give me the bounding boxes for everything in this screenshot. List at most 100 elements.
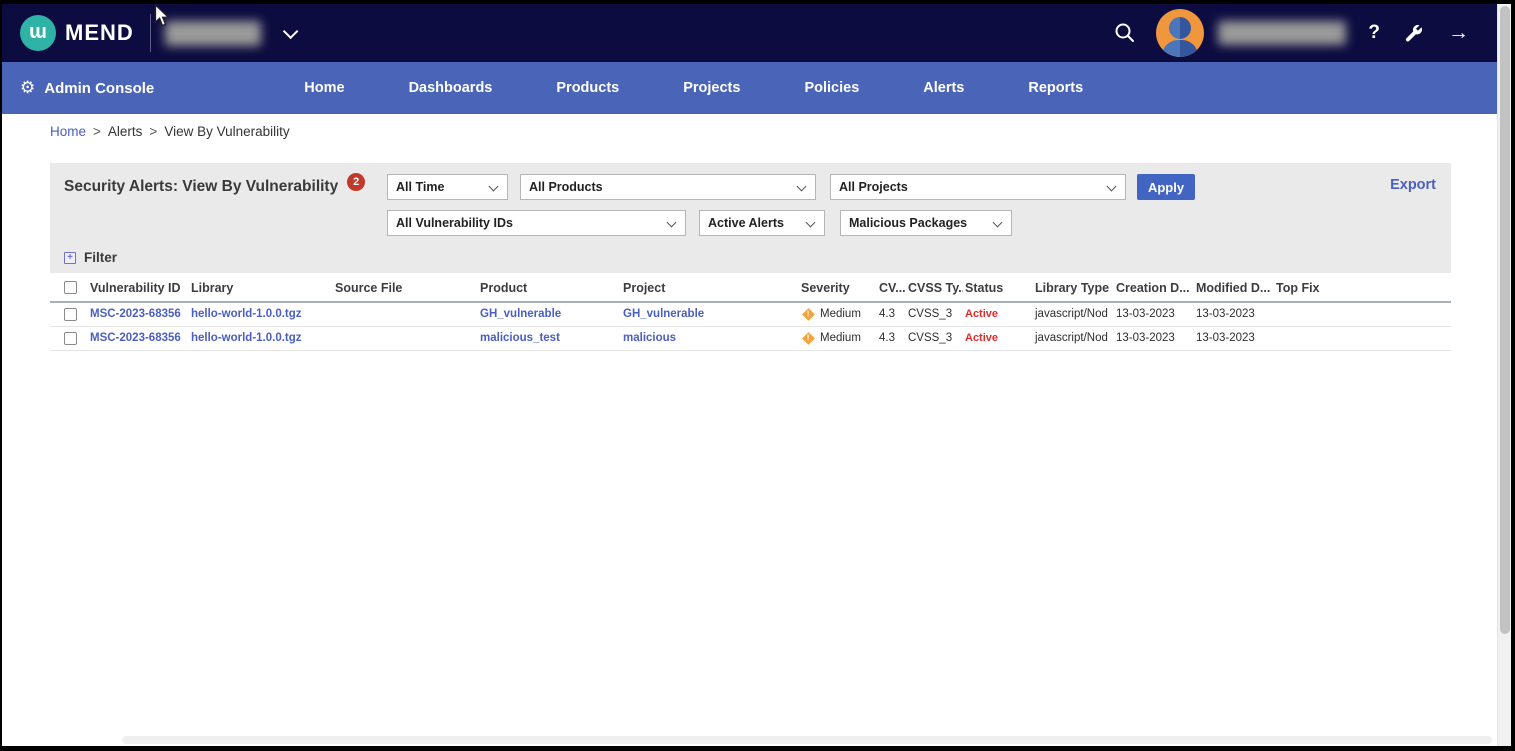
- col-top-fix[interactable]: Top Fix: [1274, 276, 1451, 302]
- nav-links: Home Dashboards Products Projects Polici…: [304, 80, 1083, 96]
- breadcrumb-current-page: View By Vulnerability: [164, 124, 289, 139]
- avatar[interactable]: [1156, 9, 1204, 57]
- alert-count-badge: 2: [347, 173, 365, 191]
- vulnerability-filter-select[interactable]: All Vulnerability IDs: [387, 210, 686, 236]
- nav-item-reports[interactable]: Reports: [1028, 80, 1083, 96]
- col-modified-date[interactable]: Modified D...: [1194, 276, 1274, 302]
- export-link[interactable]: Export: [1390, 177, 1436, 193]
- app-window: ɯ MEND ? → ⚙ Admin Console Home Dashboar…: [2, 4, 1511, 746]
- admin-console-label: Admin Console: [44, 80, 154, 97]
- time-filter-select[interactable]: All Time: [387, 174, 508, 200]
- modified-date-cell: 13-03-2023: [1194, 302, 1274, 326]
- breadcrumb-alerts: Alerts: [108, 124, 143, 139]
- cvss-score-cell: 4.3: [877, 326, 906, 350]
- org-name-blurred: [165, 21, 261, 46]
- nav-item-alerts[interactable]: Alerts: [923, 80, 964, 96]
- source-file-cell: [333, 302, 478, 326]
- col-severity[interactable]: Severity: [799, 276, 877, 302]
- status-badge: Active: [965, 308, 998, 320]
- row-checkbox[interactable]: [64, 308, 77, 321]
- product-filter-select[interactable]: All Products: [520, 174, 816, 200]
- breadcrumb: Home > Alerts > View By Vulnerability: [2, 114, 1511, 148]
- mend-logo-icon[interactable]: ɯ: [20, 15, 56, 51]
- cvss-type-cell: CVSS_3: [906, 302, 963, 326]
- col-library-type[interactable]: Library Type: [1033, 276, 1114, 302]
- admin-console-button[interactable]: ⚙ Admin Console: [20, 80, 154, 97]
- modified-date-cell: 13-03-2023: [1194, 326, 1274, 350]
- alert-type-filter-dropdown[interactable]: Malicious Packages: [841, 211, 1011, 235]
- project-filter-dropdown[interactable]: All Projects: [831, 175, 1125, 199]
- col-cvss-score[interactable]: CV...: [877, 276, 906, 302]
- table-row: MSC-2023-68356 hello-world-1.0.0.tgz mal…: [50, 326, 1451, 350]
- gear-icon: ⚙: [20, 80, 35, 97]
- library-type-cell: javascript/Nod: [1033, 302, 1114, 326]
- vulnerability-id-link[interactable]: MSC-2023-68356: [90, 332, 181, 344]
- vertical-scrollbar[interactable]: [1497, 4, 1511, 746]
- status-badge: Active: [965, 332, 998, 344]
- col-creation-date[interactable]: Creation D...: [1114, 276, 1194, 302]
- top-fix-cell: [1274, 302, 1451, 326]
- top-fix-cell: [1274, 326, 1451, 350]
- time-filter-dropdown[interactable]: All Time: [388, 175, 507, 199]
- creation-date-cell: 13-03-2023: [1114, 302, 1194, 326]
- product-filter-dropdown[interactable]: All Products: [521, 175, 815, 199]
- product-link[interactable]: malicious_test: [480, 332, 560, 344]
- severity-medium-icon: !: [802, 332, 815, 345]
- library-link[interactable]: hello-world-1.0.0.tgz: [191, 332, 302, 344]
- filter-expand-icon[interactable]: +: [64, 252, 76, 264]
- creation-date-cell: 13-03-2023: [1114, 326, 1194, 350]
- topbar-divider: [150, 14, 151, 52]
- alert-status-filter-select[interactable]: Active Alerts: [699, 210, 825, 236]
- alert-status-filter-dropdown[interactable]: Active Alerts: [700, 211, 824, 235]
- row-checkbox[interactable]: [64, 332, 77, 345]
- org-chevron-down-icon[interactable]: [283, 23, 299, 39]
- brand-name: MEND: [65, 20, 134, 46]
- project-link[interactable]: malicious: [623, 332, 676, 344]
- cvss-type-cell: CVSS_3: [906, 326, 963, 350]
- col-source-file[interactable]: Source File: [333, 276, 478, 302]
- breadcrumb-separator: >: [149, 124, 157, 139]
- library-type-cell: javascript/Nod: [1033, 326, 1114, 350]
- mend-wave-glyph: ɯ: [29, 22, 47, 42]
- product-link[interactable]: GH_vulnerable: [480, 308, 561, 320]
- col-library[interactable]: Library: [189, 276, 333, 302]
- wrench-icon[interactable]: [1404, 23, 1424, 43]
- nav-item-policies[interactable]: Policies: [804, 80, 859, 96]
- filter-toggle-label[interactable]: Filter: [84, 250, 117, 265]
- select-all-checkbox[interactable]: [64, 281, 77, 294]
- alert-type-filter-select[interactable]: Malicious Packages: [840, 210, 1012, 236]
- search-icon[interactable]: [1114, 22, 1136, 44]
- project-link[interactable]: GH_vulnerable: [623, 308, 704, 320]
- col-cvss-type[interactable]: CVSS Ty...: [906, 276, 963, 302]
- alerts-table: Vulnerability ID Library Source File Pro…: [50, 276, 1451, 351]
- logout-arrow-icon[interactable]: →: [1448, 21, 1469, 45]
- nav-item-products[interactable]: Products: [556, 80, 619, 96]
- project-filter-select[interactable]: All Projects: [830, 174, 1126, 200]
- filter-row-2: All Vulnerability IDs Active Alerts Mali…: [50, 210, 1451, 236]
- nav-item-home[interactable]: Home: [304, 80, 344, 96]
- nav-item-projects[interactable]: Projects: [683, 80, 740, 96]
- col-status[interactable]: Status: [963, 276, 1033, 302]
- help-icon[interactable]: ?: [1368, 22, 1380, 44]
- nav-item-dashboards[interactable]: Dashboards: [409, 80, 493, 96]
- library-link[interactable]: hello-world-1.0.0.tgz: [191, 308, 302, 320]
- col-vulnerability-id[interactable]: Vulnerability ID: [88, 276, 189, 302]
- severity-medium-icon: !: [802, 308, 815, 321]
- table-row: MSC-2023-68356 hello-world-1.0.0.tgz GH_…: [50, 302, 1451, 326]
- col-project[interactable]: Project: [621, 276, 799, 302]
- vertical-scrollbar-thumb[interactable]: [1500, 6, 1510, 634]
- source-file-cell: [333, 326, 478, 350]
- severity-label: Medium: [820, 308, 861, 320]
- severity-label: Medium: [820, 332, 861, 344]
- filter-toggle-row: + Filter: [50, 250, 1451, 265]
- breadcrumb-home-link[interactable]: Home: [50, 124, 86, 139]
- avatar-head: [1169, 17, 1191, 39]
- vulnerability-id-link[interactable]: MSC-2023-68356: [90, 308, 181, 320]
- vulnerability-filter-dropdown[interactable]: All Vulnerability IDs: [388, 211, 685, 235]
- apply-button[interactable]: Apply: [1137, 174, 1195, 200]
- horizontal-scrollbar[interactable]: [122, 736, 1492, 744]
- topbar: ɯ MEND ? →: [2, 4, 1497, 62]
- user-name-blurred: [1218, 21, 1346, 45]
- col-product[interactable]: Product: [478, 276, 621, 302]
- breadcrumb-separator: >: [93, 124, 101, 139]
